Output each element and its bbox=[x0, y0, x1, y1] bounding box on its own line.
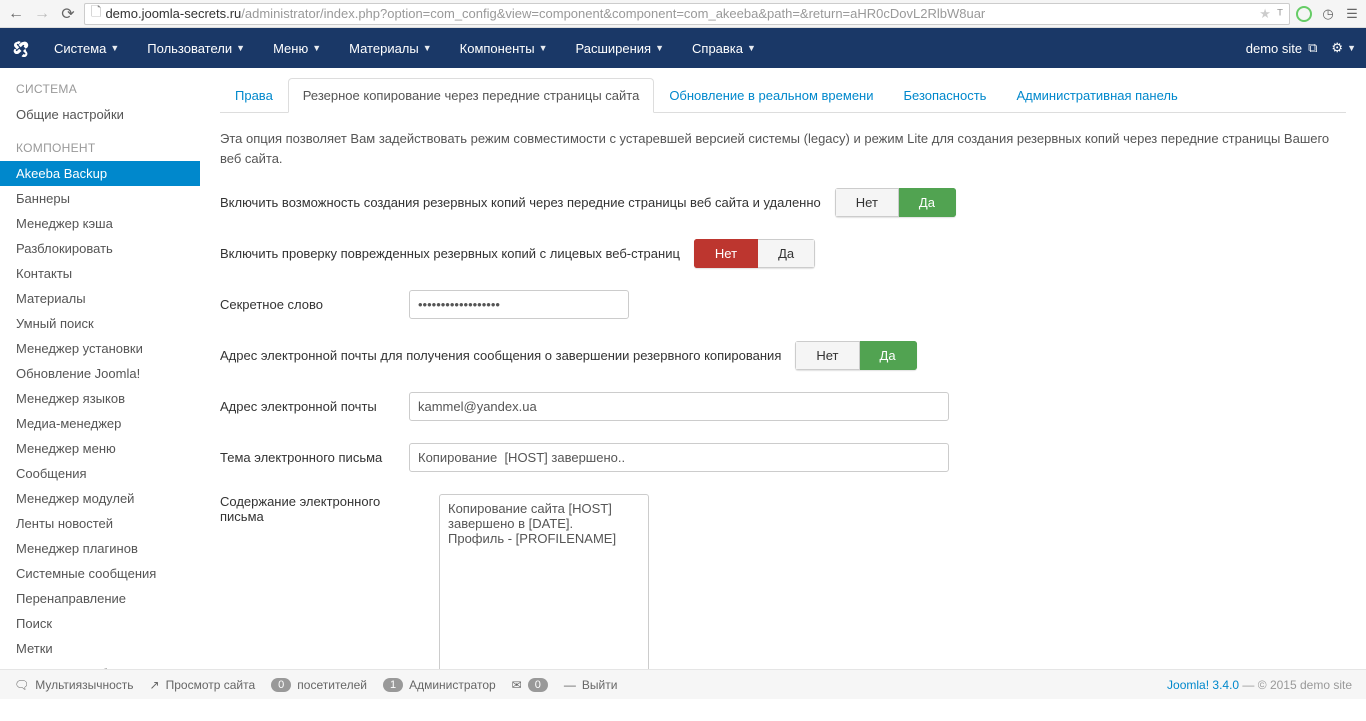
sidebar-heading-system: СИСТЕМА bbox=[0, 82, 200, 102]
sidebar-item[interactable]: Умный поиск bbox=[0, 311, 200, 336]
clock-icon[interactable]: ◷ bbox=[1320, 6, 1336, 22]
messages-count: 0 bbox=[528, 678, 548, 692]
status-bar: 🗨 Мультиязычность ↗ Просмотр сайта 0 пос… bbox=[0, 669, 1366, 699]
logout-link[interactable]: — Выйти bbox=[564, 678, 618, 692]
sidebar: СИСТЕМА Общие настройки КОМПОНЕНТ Akeeba… bbox=[0, 68, 200, 721]
tab[interactable]: Безопасность bbox=[889, 78, 1002, 113]
sidebar-item[interactable]: Ленты новостей bbox=[0, 511, 200, 536]
toggle-no[interactable]: Нет bbox=[835, 188, 899, 217]
toggle-frontend-check[interactable]: Нет Да bbox=[694, 239, 815, 268]
label-secret-word: Секретное слово bbox=[220, 297, 395, 312]
gear-icon: ⚙ bbox=[1331, 40, 1343, 56]
sidebar-item[interactable]: Менеджер установки bbox=[0, 336, 200, 361]
sidebar-item[interactable]: Метки bbox=[0, 636, 200, 661]
label-enable-frontend-backup: Включить возможность создания резервных … bbox=[220, 195, 821, 210]
sidebar-item[interactable]: Менеджер меню bbox=[0, 436, 200, 461]
sidebar-item[interactable]: Обновление Joomla! bbox=[0, 361, 200, 386]
visitors-status[interactable]: 0 посетителей bbox=[271, 678, 367, 692]
reload-button[interactable]: ⟳ bbox=[58, 4, 78, 24]
toggle-email-on-complete[interactable]: Нет Да bbox=[795, 341, 916, 370]
tab[interactable]: Резерное копирование через передние стра… bbox=[288, 78, 655, 113]
external-link-icon: ⧉ bbox=[1308, 40, 1317, 56]
sidebar-item[interactable]: Общие настройки bbox=[0, 102, 200, 127]
admin-count: 1 bbox=[383, 678, 403, 692]
external-link-icon: ↗ bbox=[150, 678, 160, 692]
email-subject-input[interactable] bbox=[409, 443, 949, 472]
tabs: ПраваРезерное копирование через передние… bbox=[220, 78, 1346, 113]
forward-button[interactable]: → bbox=[32, 4, 52, 24]
chevron-down-icon: ▼ bbox=[423, 43, 432, 53]
joomla-logo-icon[interactable] bbox=[0, 28, 40, 68]
chevron-down-icon: ▼ bbox=[539, 43, 548, 53]
sidebar-item[interactable]: Менеджер кэша bbox=[0, 211, 200, 236]
nav-item-1[interactable]: Пользователи▼ bbox=[133, 28, 259, 68]
sidebar-item[interactable]: Менеджер плагинов bbox=[0, 536, 200, 561]
label-frontend-check: Включить проверку поврежденных резервных… bbox=[220, 246, 680, 261]
sidebar-item[interactable]: Менеджер модулей bbox=[0, 486, 200, 511]
view-site-link[interactable]: ↗ Просмотр сайта bbox=[150, 678, 256, 692]
nav-item-2[interactable]: Меню▼ bbox=[259, 28, 335, 68]
site-label: demo site bbox=[1246, 41, 1302, 56]
label-email-subject: Тема электронного письма bbox=[220, 450, 395, 465]
nav-item-5[interactable]: Расширения▼ bbox=[561, 28, 678, 68]
nav-item-3[interactable]: Материалы▼ bbox=[335, 28, 446, 68]
secret-word-input[interactable] bbox=[409, 290, 629, 319]
sidebar-item[interactable]: Контакты bbox=[0, 261, 200, 286]
toggle-no[interactable]: Нет bbox=[694, 239, 758, 268]
toggle-yes[interactable]: Да bbox=[758, 239, 815, 268]
toggle-yes[interactable]: Да bbox=[860, 341, 917, 370]
sidebar-item[interactable]: Системные сообщения bbox=[0, 561, 200, 586]
email-address-input[interactable] bbox=[409, 392, 949, 421]
chevron-down-icon: ▼ bbox=[1347, 43, 1356, 53]
tab[interactable]: Обновление в реальном времени bbox=[654, 78, 888, 113]
visitors-count: 0 bbox=[271, 678, 291, 692]
nav-item-0[interactable]: Система▼ bbox=[40, 28, 133, 68]
site-link[interactable]: demo site ⧉ bbox=[1246, 40, 1318, 56]
copyright: © 2015 demo site bbox=[1258, 678, 1352, 692]
sidebar-item[interactable]: Менеджер языков bbox=[0, 386, 200, 411]
comment-icon: 🗨 bbox=[14, 678, 29, 692]
tab[interactable]: Административная панель bbox=[1001, 78, 1192, 113]
sidebar-item[interactable]: Баннеры bbox=[0, 186, 200, 211]
nav-item-4[interactable]: Компоненты▼ bbox=[446, 28, 562, 68]
tab[interactable]: Права bbox=[220, 78, 288, 113]
sidebar-item[interactable]: Akeeba Backup bbox=[0, 161, 200, 186]
toggle-yes[interactable]: Да bbox=[899, 188, 956, 217]
sidebar-item[interactable]: Медиа-менеджер bbox=[0, 411, 200, 436]
back-button[interactable]: ← bbox=[6, 4, 26, 24]
sidebar-item[interactable]: Разблокировать bbox=[0, 236, 200, 261]
url-path: /administrator/index.php?option=com_conf… bbox=[241, 6, 985, 21]
tab-description: Эта опция позволяет Вам задействовать ре… bbox=[220, 129, 1346, 168]
content-pane: ПраваРезерное копирование через передние… bbox=[200, 68, 1366, 721]
url-bar[interactable]: 🗋 demo.joomla-secrets.ru/administrator/i… bbox=[84, 3, 1290, 25]
settings-menu[interactable]: ⚙ ▼ bbox=[1331, 40, 1356, 56]
toggle-no[interactable]: Нет bbox=[795, 341, 859, 370]
multilanguage-status[interactable]: 🗨 Мультиязычность bbox=[14, 678, 134, 692]
sidebar-item[interactable]: Перенаправление bbox=[0, 586, 200, 611]
chevron-down-icon: ▼ bbox=[312, 43, 321, 53]
sidebar-item[interactable]: Материалы bbox=[0, 286, 200, 311]
admins-status[interactable]: 1 Администратор bbox=[383, 678, 496, 692]
extension-icon[interactable] bbox=[1296, 6, 1312, 22]
nav-item-6[interactable]: Справка▼ bbox=[678, 28, 770, 68]
menu-icon[interactable]: ☰ bbox=[1344, 6, 1360, 22]
label-email-body: Содержание электронного письма bbox=[220, 494, 425, 524]
chevron-down-icon: ▼ bbox=[747, 43, 756, 53]
url-host: demo.joomla-secrets.ru bbox=[105, 6, 241, 21]
sidebar-item[interactable]: Сообщения bbox=[0, 461, 200, 486]
joomla-version-link[interactable]: Joomla! 3.4.0 bbox=[1167, 678, 1239, 692]
label-email-address: Адрес электронной почты bbox=[220, 399, 395, 414]
top-nav: Система▼Пользователи▼Меню▼Материалы▼Комп… bbox=[0, 28, 1366, 68]
chevron-down-icon: ▼ bbox=[236, 43, 245, 53]
messages-status[interactable]: ✉ 0 bbox=[512, 678, 548, 692]
browser-toolbar: ← → ⟳ 🗋 demo.joomla-secrets.ru/administr… bbox=[0, 0, 1366, 28]
mail-icon: ✉ bbox=[512, 678, 522, 692]
email-body-textarea[interactable] bbox=[439, 494, 649, 679]
chevron-down-icon: ▼ bbox=[110, 43, 119, 53]
label-email-on-complete: Адрес электронной почты для получения со… bbox=[220, 348, 781, 363]
sidebar-heading-component: КОМПОНЕНТ bbox=[0, 141, 200, 161]
chevron-down-icon: ▼ bbox=[655, 43, 664, 53]
toggle-enable-frontend-backup[interactable]: Нет Да bbox=[835, 188, 956, 217]
sidebar-item[interactable]: Поиск bbox=[0, 611, 200, 636]
